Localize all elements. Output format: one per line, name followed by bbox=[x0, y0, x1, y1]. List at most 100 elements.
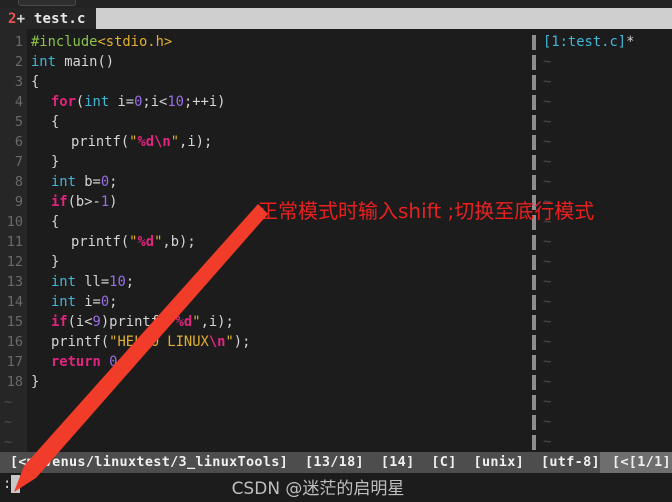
code-token: " bbox=[170, 134, 180, 150]
empty-line-marker: ~ bbox=[4, 414, 13, 430]
code-line[interactable]: { bbox=[51, 212, 59, 232]
code-line[interactable]: } bbox=[51, 252, 59, 272]
line-number: 11 bbox=[6, 234, 23, 250]
separator-segment bbox=[532, 355, 536, 370]
empty-line-marker: ~ bbox=[543, 274, 552, 290]
line-number: 15 bbox=[6, 314, 23, 330]
annotation-text: 正常模式时输入shift ;切换至底行模式 bbox=[258, 199, 595, 223]
code-token: { bbox=[51, 214, 60, 230]
line-number: 4 bbox=[14, 94, 23, 110]
watermark-text: CSDN @迷茫的启明星 bbox=[231, 479, 405, 499]
line-number: 5 bbox=[14, 114, 23, 130]
code-line[interactable]: int i=0; bbox=[51, 292, 117, 312]
code-token: int bbox=[31, 54, 56, 70]
code-line[interactable]: for(int i=0;i<10;++i) bbox=[51, 92, 225, 112]
code-line[interactable]: int ll=10; bbox=[51, 272, 134, 292]
code-token: } bbox=[51, 254, 60, 270]
code-token: int bbox=[51, 274, 76, 290]
buffer-name: [1:test.c] bbox=[543, 34, 627, 50]
separator-segment bbox=[532, 55, 536, 70]
empty-line-marker: ~ bbox=[543, 414, 552, 430]
buffer-explorer-panel[interactable]: [1:test.c]* ~ ~ ~ ~ ~ ~ ~ ~ ~ ~ ~ ~ ~ ~ ~ ~ ~ ~ ~ ~ bbox=[539, 29, 672, 452]
empty-line-marker: ~ bbox=[543, 254, 552, 270]
separator-segment bbox=[532, 335, 536, 350]
separator-segment bbox=[532, 315, 536, 330]
tabline-filler bbox=[95, 8, 672, 29]
empty-line-marker: ~ bbox=[543, 314, 552, 330]
code-token: ); bbox=[233, 334, 251, 350]
separator-segment bbox=[532, 155, 536, 170]
code-token: %d bbox=[137, 134, 155, 150]
code-line[interactable]: printf("%d\n",i); bbox=[71, 132, 212, 152]
empty-line-marker: ~ bbox=[543, 354, 552, 370]
code-line[interactable]: } bbox=[51, 152, 59, 172]
code-line[interactable]: return 0; bbox=[51, 352, 126, 372]
code-text-area[interactable]: #include<stdio.h> int main(){for(int i=0;… bbox=[27, 29, 531, 452]
line-number: 14 bbox=[6, 294, 23, 310]
code-token: int bbox=[84, 94, 110, 110]
tab-test-c[interactable]: 2 + test.c bbox=[0, 8, 96, 29]
line-number: 6 bbox=[14, 134, 23, 150]
line-number: 9 bbox=[14, 194, 23, 210]
code-token: ,i); bbox=[200, 314, 234, 330]
empty-line-marker: ~ bbox=[543, 334, 552, 350]
code-line[interactable]: { bbox=[31, 72, 39, 92]
empty-line-marker: ~ bbox=[543, 134, 552, 150]
empty-line-marker: ~ bbox=[543, 174, 552, 190]
separator-segment bbox=[532, 235, 536, 250]
buffer-modified-flag: * bbox=[626, 34, 635, 50]
code-token: ; bbox=[117, 354, 126, 370]
code-line[interactable]: if(b>-1) bbox=[51, 192, 117, 212]
code-token: printf( bbox=[71, 234, 130, 250]
code-line[interactable]: if(i<9)printf("%d",i); bbox=[51, 312, 234, 332]
code-token: b= bbox=[75, 174, 101, 190]
code-token: <stdio.h> bbox=[97, 34, 173, 50]
status-line-left: [<m venus/linuxtest/3_linuxTools] [13/18… bbox=[0, 452, 600, 473]
code-token: (i< bbox=[67, 314, 93, 330]
code-line[interactable]: { bbox=[51, 112, 59, 132]
code-line[interactable]: printf("%d",b); bbox=[71, 232, 196, 252]
empty-line-marker: ~ bbox=[543, 94, 552, 110]
code-token: #include bbox=[31, 34, 98, 50]
line-number: 10 bbox=[6, 214, 23, 230]
line-number: 12 bbox=[6, 254, 23, 270]
window-separator bbox=[531, 29, 539, 452]
empty-line-marker: ~ bbox=[543, 374, 552, 390]
code-token: return bbox=[51, 354, 101, 370]
code-token: ; bbox=[125, 274, 135, 290]
code-token: if bbox=[51, 194, 68, 210]
line-number: 1 bbox=[14, 34, 23, 50]
window-control-button[interactable] bbox=[18, 0, 76, 6]
code-token: 10 bbox=[167, 94, 184, 110]
separator-segment bbox=[532, 255, 536, 270]
code-line[interactable]: #include<stdio.h> bbox=[31, 32, 172, 52]
code-token: ; bbox=[109, 294, 118, 310]
line-number: 16 bbox=[6, 334, 23, 350]
line-number: 3 bbox=[14, 74, 23, 90]
tab-filename: test.c bbox=[25, 10, 86, 27]
code-line[interactable]: printf("HELLO LINUX\n"); bbox=[51, 332, 250, 352]
code-token: } bbox=[31, 374, 40, 390]
code-token: ; bbox=[109, 174, 118, 190]
window-top-strip bbox=[0, 0, 672, 8]
code-token: " bbox=[192, 314, 201, 330]
code-line[interactable]: int b=0; bbox=[51, 172, 117, 192]
empty-line-marker: ~ bbox=[543, 294, 552, 310]
editor-body: 1 2 3 4 5 6 7 8 9 10 11 12 13 14 15 16 17 18 ~ ~ ~ #include<… bbox=[0, 29, 672, 452]
code-token: )printf( bbox=[100, 314, 168, 330]
code-line[interactable]: int main() bbox=[31, 52, 114, 72]
code-token: \n bbox=[154, 134, 171, 150]
buffer-list-item[interactable]: [1:test.c]* bbox=[543, 32, 634, 52]
tab-modified-flag: + bbox=[16, 10, 26, 27]
editor-window-left[interactable]: 1 2 3 4 5 6 7 8 9 10 11 12 13 14 15 16 17 18 ~ ~ ~ #include<… bbox=[0, 29, 531, 452]
code-token: 10 bbox=[109, 274, 126, 290]
code-line[interactable]: } bbox=[31, 372, 39, 392]
code-token: ;i< bbox=[142, 94, 168, 110]
code-token: %d bbox=[137, 234, 155, 250]
code-token: ,b); bbox=[162, 234, 196, 250]
code-token: ( bbox=[75, 94, 85, 110]
line-number: 13 bbox=[6, 274, 23, 290]
status-line: [<m venus/linuxtest/3_linuxTools] [13/18… bbox=[0, 452, 672, 473]
line-number: 2 bbox=[14, 54, 23, 70]
